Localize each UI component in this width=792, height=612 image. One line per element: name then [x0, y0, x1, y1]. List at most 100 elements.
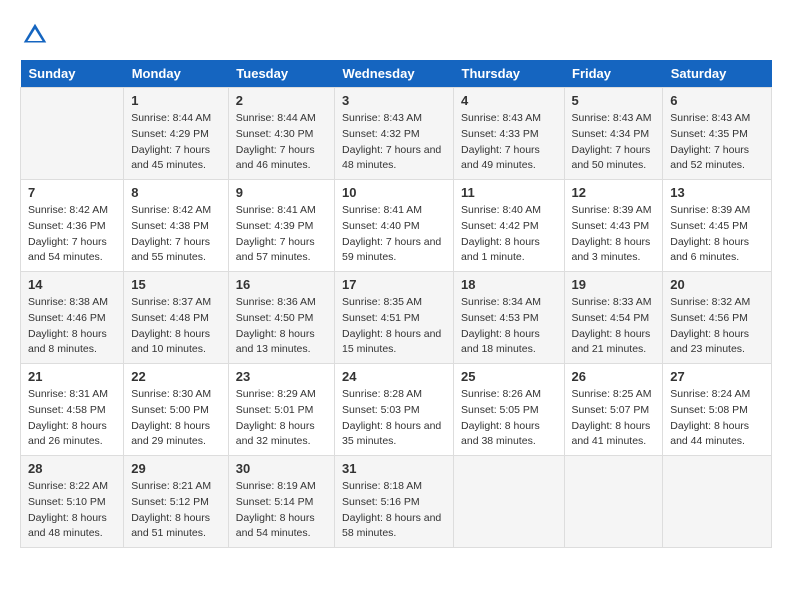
week-row-1: 7Sunrise: 8:42 AMSunset: 4:36 PMDaylight…	[21, 180, 772, 272]
day-cell: 9 Sunrise: 8:41 AMSunset: 4:39 PMDaylight…	[228, 180, 334, 272]
day-cell: 20Sunrise: 8:32 AMSunset: 4:56 PMDayligh…	[663, 272, 772, 364]
header-cell-thursday: Thursday	[454, 60, 564, 88]
day-number: 17	[342, 277, 446, 292]
day-number: 26	[572, 369, 656, 384]
header-cell-monday: Monday	[124, 60, 229, 88]
day-cell: 24 Sunrise: 8:28 AMSunset: 5:03 PMDayligh…	[335, 364, 454, 456]
day-number: 30	[236, 461, 327, 476]
page-header	[20, 20, 772, 50]
day-info: Sunrise: 8:43 AMSunset: 4:32 PMDaylight:…	[342, 111, 446, 174]
day-number: 10	[342, 185, 446, 200]
logo	[20, 20, 52, 50]
day-info: Sunrise: 8:18 AMSunset: 5:16 PMDaylight:…	[342, 479, 446, 542]
day-cell: 28Sunrise: 8:22 AMSunset: 5:10 PMDayligh…	[21, 456, 124, 548]
day-info: Sunrise: 8:41 AMSunset: 4:39 PMDaylight:…	[236, 203, 327, 266]
day-info: Sunrise: 8:29 AMSunset: 5:01 PMDaylight:…	[236, 387, 327, 450]
day-cell: 10 Sunrise: 8:41 AMSunset: 4:40 PMDayligh…	[335, 180, 454, 272]
day-info: Sunrise: 8:41 AMSunset: 4:40 PMDaylight:…	[342, 203, 446, 266]
day-number: 2	[236, 93, 327, 108]
day-cell: 12Sunrise: 8:39 AMSunset: 4:43 PMDayligh…	[564, 180, 663, 272]
day-info: Sunrise: 8:37 AMSunset: 4:48 PMDaylight:…	[131, 295, 221, 358]
day-cell: 4Sunrise: 8:43 AMSunset: 4:33 PMDaylight…	[454, 88, 564, 180]
day-number: 19	[572, 277, 656, 292]
day-number: 9	[236, 185, 327, 200]
day-info: Sunrise: 8:39 AMSunset: 4:43 PMDaylight:…	[572, 203, 656, 266]
day-info: Sunrise: 8:38 AMSunset: 4:46 PMDaylight:…	[28, 295, 116, 358]
logo-icon	[20, 20, 50, 50]
day-cell: 7Sunrise: 8:42 AMSunset: 4:36 PMDaylight…	[21, 180, 124, 272]
day-info: Sunrise: 8:43 AMSunset: 4:35 PMDaylight:…	[670, 111, 764, 174]
day-cell: 3 Sunrise: 8:43 AMSunset: 4:32 PMDaylight…	[335, 88, 454, 180]
day-number: 29	[131, 461, 221, 476]
day-cell	[21, 88, 124, 180]
day-info: Sunrise: 8:43 AMSunset: 4:33 PMDaylight:…	[461, 111, 556, 174]
header-row: SundayMondayTuesdayWednesdayThursdayFrid…	[21, 60, 772, 88]
day-info: Sunrise: 8:42 AMSunset: 4:38 PMDaylight:…	[131, 203, 221, 266]
day-cell: 18 Sunrise: 8:34 AMSunset: 4:53 PMDayligh…	[454, 272, 564, 364]
day-cell: 25 Sunrise: 8:26 AMSunset: 5:05 PMDayligh…	[454, 364, 564, 456]
day-info: Sunrise: 8:26 AMSunset: 5:05 PMDaylight:…	[461, 387, 556, 450]
day-number: 21	[28, 369, 116, 384]
day-info: Sunrise: 8:31 AMSunset: 4:58 PMDaylight:…	[28, 387, 116, 450]
week-row-2: 14 Sunrise: 8:38 AMSunset: 4:46 PMDayligh…	[21, 272, 772, 364]
day-number: 5	[572, 93, 656, 108]
day-number: 25	[461, 369, 556, 384]
calendar-header: SundayMondayTuesdayWednesdayThursdayFrid…	[21, 60, 772, 88]
day-info: Sunrise: 8:22 AMSunset: 5:10 PMDaylight:…	[28, 479, 116, 542]
day-cell: 17 Sunrise: 8:35 AMSunset: 4:51 PMDayligh…	[335, 272, 454, 364]
day-info: Sunrise: 8:30 AMSunset: 5:00 PMDaylight:…	[131, 387, 221, 450]
day-number: 15	[131, 277, 221, 292]
day-cell: 14 Sunrise: 8:38 AMSunset: 4:46 PMDayligh…	[21, 272, 124, 364]
day-cell: 2Sunrise: 8:44 AMSunset: 4:30 PMDaylight…	[228, 88, 334, 180]
header-cell-wednesday: Wednesday	[335, 60, 454, 88]
day-info: Sunrise: 8:39 AMSunset: 4:45 PMDaylight:…	[670, 203, 764, 266]
day-number: 23	[236, 369, 327, 384]
day-cell: 13 Sunrise: 8:39 AMSunset: 4:45 PMDayligh…	[663, 180, 772, 272]
day-info: Sunrise: 8:21 AMSunset: 5:12 PMDaylight:…	[131, 479, 221, 542]
day-number: 13	[670, 185, 764, 200]
day-number: 22	[131, 369, 221, 384]
day-cell: 16 Sunrise: 8:36 AMSunset: 4:50 PMDayligh…	[228, 272, 334, 364]
day-cell: 1Sunrise: 8:44 AMSunset: 4:29 PMDaylight…	[124, 88, 229, 180]
day-cell	[454, 456, 564, 548]
header-cell-saturday: Saturday	[663, 60, 772, 88]
day-cell: 19 Sunrise: 8:33 AMSunset: 4:54 PMDayligh…	[564, 272, 663, 364]
day-number: 6	[670, 93, 764, 108]
day-number: 27	[670, 369, 764, 384]
day-cell	[564, 456, 663, 548]
day-cell: 31 Sunrise: 8:18 AMSunset: 5:16 PMDayligh…	[335, 456, 454, 548]
day-info: Sunrise: 8:33 AMSunset: 4:54 PMDaylight:…	[572, 295, 656, 358]
week-row-0: 1Sunrise: 8:44 AMSunset: 4:29 PMDaylight…	[21, 88, 772, 180]
day-cell: 22 Sunrise: 8:30 AMSunset: 5:00 PMDayligh…	[124, 364, 229, 456]
day-info: Sunrise: 8:32 AMSunset: 4:56 PMDaylight:…	[670, 295, 764, 358]
calendar-body: 1Sunrise: 8:44 AMSunset: 4:29 PMDaylight…	[21, 88, 772, 548]
day-info: Sunrise: 8:34 AMSunset: 4:53 PMDaylight:…	[461, 295, 556, 358]
day-cell: 27 Sunrise: 8:24 AMSunset: 5:08 PMDayligh…	[663, 364, 772, 456]
day-cell: 30Sunrise: 8:19 AMSunset: 5:14 PMDayligh…	[228, 456, 334, 548]
day-number: 11	[461, 185, 556, 200]
day-cell: 11Sunrise: 8:40 AMSunset: 4:42 PMDayligh…	[454, 180, 564, 272]
day-info: Sunrise: 8:43 AMSunset: 4:34 PMDaylight:…	[572, 111, 656, 174]
day-number: 14	[28, 277, 116, 292]
calendar-table: SundayMondayTuesdayWednesdayThursdayFrid…	[20, 60, 772, 548]
day-number: 31	[342, 461, 446, 476]
day-cell: 8 Sunrise: 8:42 AMSunset: 4:38 PMDaylight…	[124, 180, 229, 272]
day-number: 18	[461, 277, 556, 292]
day-number: 3	[342, 93, 446, 108]
day-number: 1	[131, 93, 221, 108]
week-row-4: 28Sunrise: 8:22 AMSunset: 5:10 PMDayligh…	[21, 456, 772, 548]
day-number: 16	[236, 277, 327, 292]
day-cell	[663, 456, 772, 548]
day-number: 8	[131, 185, 221, 200]
header-cell-tuesday: Tuesday	[228, 60, 334, 88]
day-number: 24	[342, 369, 446, 384]
header-cell-friday: Friday	[564, 60, 663, 88]
day-info: Sunrise: 8:35 AMSunset: 4:51 PMDaylight:…	[342, 295, 446, 358]
day-info: Sunrise: 8:28 AMSunset: 5:03 PMDaylight:…	[342, 387, 446, 450]
week-row-3: 21 Sunrise: 8:31 AMSunset: 4:58 PMDayligh…	[21, 364, 772, 456]
day-info: Sunrise: 8:25 AMSunset: 5:07 PMDaylight:…	[572, 387, 656, 450]
day-cell: 29 Sunrise: 8:21 AMSunset: 5:12 PMDayligh…	[124, 456, 229, 548]
day-info: Sunrise: 8:42 AMSunset: 4:36 PMDaylight:…	[28, 203, 116, 266]
day-info: Sunrise: 8:24 AMSunset: 5:08 PMDaylight:…	[670, 387, 764, 450]
day-info: Sunrise: 8:36 AMSunset: 4:50 PMDaylight:…	[236, 295, 327, 358]
